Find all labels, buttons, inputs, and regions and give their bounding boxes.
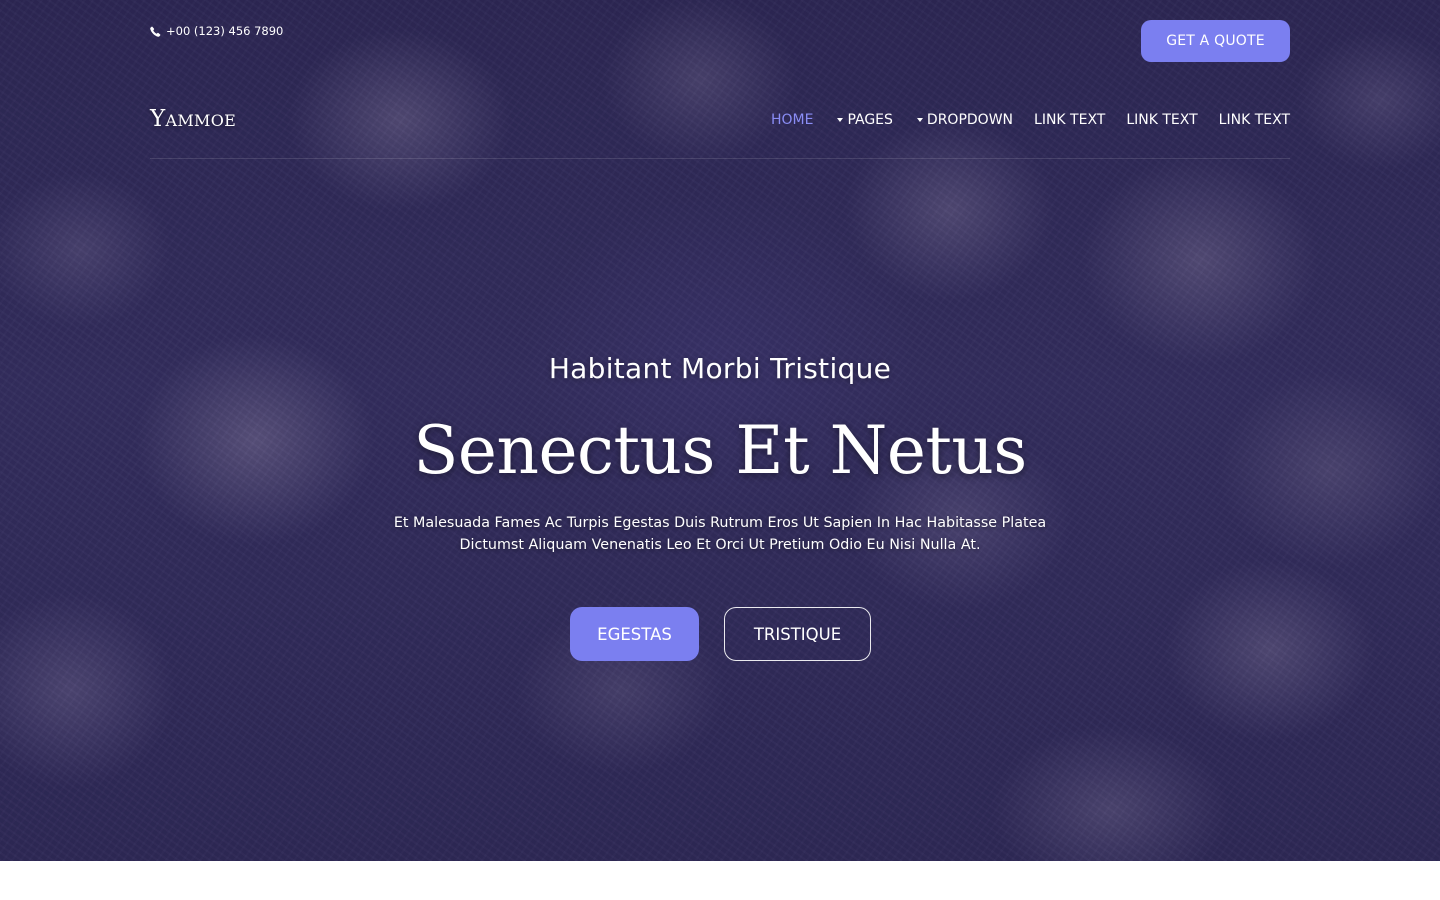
nav-item-dropdown[interactable]: DROPDOWN — [916, 112, 1014, 128]
site-logo[interactable]: Yammoe — [150, 106, 236, 132]
nav-item-link-text-2[interactable]: LINK TEXT — [1126, 112, 1197, 128]
nav-item-pages[interactable]: PAGES — [837, 112, 893, 128]
nav-item-label: PAGES — [847, 112, 893, 128]
nav-item-link-text-1[interactable]: LINK TEXT — [1034, 112, 1105, 128]
header-divider — [150, 158, 1290, 159]
nav-item-home[interactable]: HOME — [771, 112, 813, 128]
phone-number: +00 (123) 456 7890 — [166, 24, 284, 38]
hero-section: +00 (123) 456 7890 GET A QUOTE Yammoe HO… — [0, 0, 1440, 861]
main-navigation: HOME PAGES DROPDOWN LINK TEXT LINK TEXT … — [750, 112, 1290, 128]
get-a-quote-button[interactable]: GET A QUOTE — [1141, 20, 1290, 62]
nav-item-label: DROPDOWN — [926, 112, 1014, 128]
hero-headline: Senectus Et Netus — [413, 412, 1027, 489]
nav-item-label: LINK TEXT — [1218, 112, 1290, 128]
caret-down-icon — [837, 118, 844, 122]
hero-subtitle: Habitant Morbi Tristique — [548, 352, 892, 385]
egestas-button[interactable]: EGESTAS — [570, 607, 699, 661]
phone-contact[interactable]: +00 (123) 456 7890 — [150, 24, 283, 38]
caret-down-icon — [916, 118, 923, 122]
hero-description-line-1: Et Malesuada Fames Ac Turpis Egestas Dui… — [393, 515, 1047, 531]
tristique-button[interactable]: TRISTIQUE — [724, 607, 871, 661]
hero-description-line-2: Dictumst Aliquam Venenatis Leo Et Orci U… — [459, 537, 981, 553]
nav-item-link-text-3[interactable]: LINK TEXT — [1219, 112, 1290, 128]
nav-item-label: HOME — [770, 112, 814, 128]
nav-item-label: LINK TEXT — [1034, 112, 1106, 128]
hero-description: Et Malesuada Fames Ac Turpis Egestas Dui… — [390, 512, 1050, 556]
phone-icon — [150, 26, 161, 37]
nav-item-label: LINK TEXT — [1126, 112, 1198, 128]
